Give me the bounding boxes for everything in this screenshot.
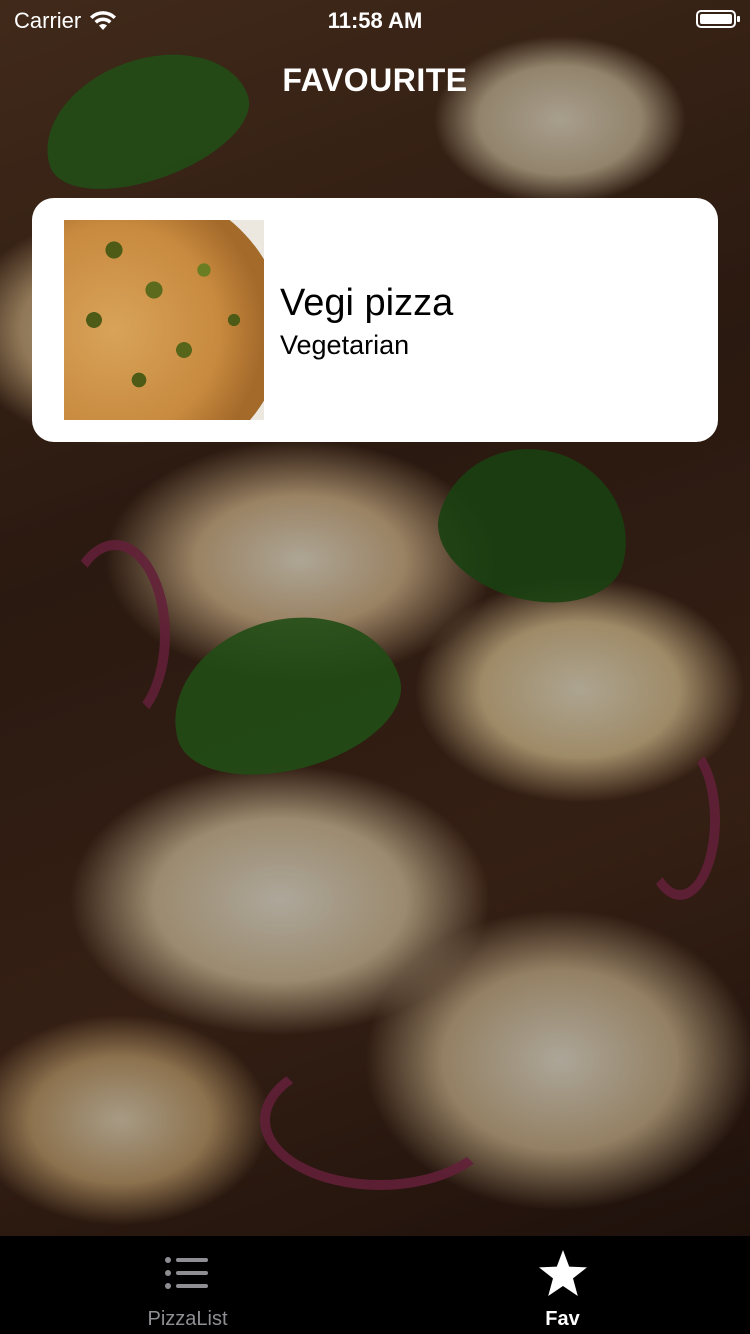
star-icon: [537, 1248, 587, 1298]
tab-fav-label: Fav: [545, 1308, 580, 1330]
battery-icon: [696, 10, 740, 28]
pizza-thumbnail: [64, 220, 264, 420]
pizza-background-image: [0, 0, 750, 1236]
tab-pizzalist[interactable]: PizzaList: [0, 1236, 375, 1334]
background-overlay: [0, 0, 750, 1236]
pizza-name: Vegi pizza: [280, 282, 454, 324]
tab-fav[interactable]: Fav: [375, 1236, 750, 1334]
list-icon: [162, 1248, 212, 1298]
tab-bar: PizzaList Fav: [0, 1236, 750, 1334]
tab-pizzalist-label: PizzaList: [147, 1308, 228, 1330]
page-title: FAVOURITE: [282, 62, 468, 98]
status-bar: Carrier 11:58 AM: [0, 0, 750, 40]
status-time: 11:58 AM: [327, 8, 423, 33]
favourite-card[interactable]: Vegi pizza Vegetarian: [32, 198, 718, 442]
pizza-category: Vegetarian: [280, 330, 410, 360]
